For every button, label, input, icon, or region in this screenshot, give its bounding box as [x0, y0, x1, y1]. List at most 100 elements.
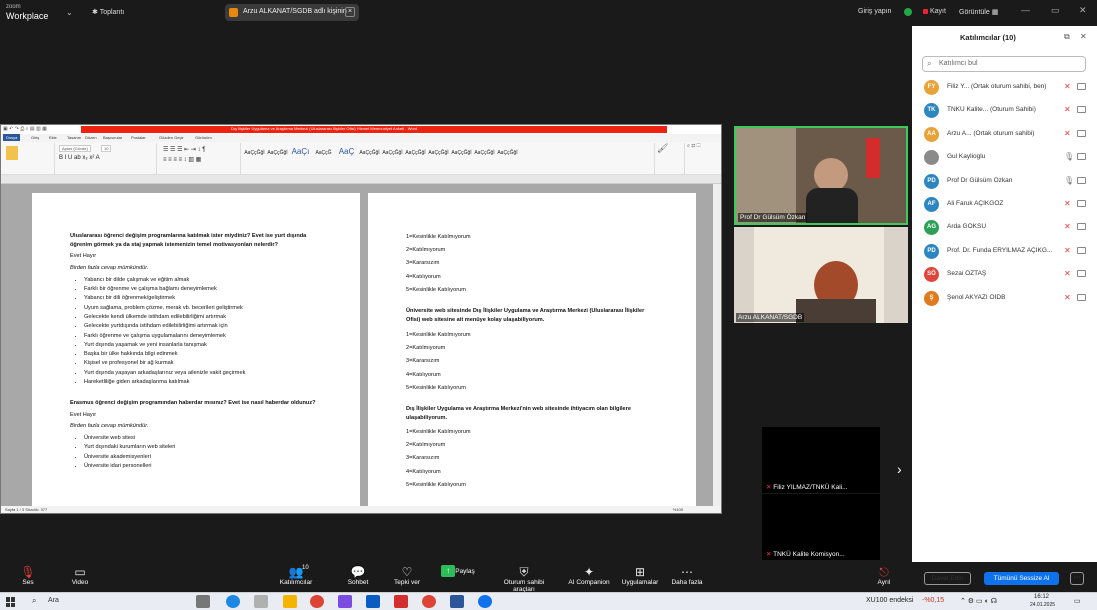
toolbar-shield-button[interactable]: ⛨ Oturum sahibi araçları	[494, 565, 554, 593]
style-subtitle[interactable]: AaÇçĞğİ	[358, 150, 381, 156]
camera-status-icon[interactable]	[1077, 129, 1086, 137]
video-tile-filiz[interactable]: ✕ Filiz YILMAZ/TNKÜ Kali...	[762, 427, 880, 493]
zoom-icon[interactable]	[478, 595, 492, 608]
tab-mailings[interactable]: Postalar	[131, 135, 146, 140]
word-icon[interactable]	[450, 595, 464, 608]
video-tile-tnku[interactable]: ✕ TNKÜ Kalite Komisyon...	[762, 494, 880, 560]
mic-status-icon[interactable]: ✕	[1064, 222, 1071, 231]
camera-status-icon[interactable]	[1077, 106, 1086, 114]
taskbar-search[interactable]: ⌕ Ara	[28, 596, 178, 608]
participant-row[interactable]: AG Arda GÖKSU ✕	[912, 216, 1097, 239]
notification-icon[interactable]: ▭	[1074, 597, 1081, 605]
font-size-box[interactable]: 10	[101, 145, 112, 152]
chrome-icon[interactable]	[310, 595, 324, 608]
shared-word-window[interactable]: ▣ ↶ ↷ ⎙ ⌕ ▤ ▥ ▦ Dış İlişkiler Uygulama v…	[0, 124, 722, 514]
style-emphasis[interactable]: AaÇçĞğİ	[404, 150, 427, 156]
edge-icon[interactable]	[226, 595, 240, 608]
style-no-spacing[interactable]: AaÇçĞğİ	[266, 150, 289, 156]
chevron-right-icon[interactable]: ›	[897, 461, 902, 477]
style-quote[interactable]: AaÇçĞğİ	[473, 150, 496, 156]
toolbar-more-button[interactable]: ⋯ Daha fazla	[657, 565, 717, 586]
participant-row[interactable]: PD Prof Dr Gülsüm Özkan 🎙	[912, 170, 1097, 193]
find-replace-icon[interactable]: ⌕ ⇄ ⬚	[687, 143, 700, 149]
toolbar-leave-button[interactable]: ⎋ Ayrıl	[854, 565, 914, 586]
tab-layout[interactable]: Düzen	[85, 135, 97, 140]
list-buttons-icon[interactable]: ☰ ☰ ☰ ⇤ ⇥ ↕ ¶	[163, 146, 205, 153]
video-tile-sharer[interactable]: Arzu ALKANAT/SGDB	[734, 227, 908, 323]
mute-all-button[interactable]: Tümünü Sessize Al	[984, 572, 1059, 585]
close-icon[interactable]: ×	[345, 7, 355, 17]
chrome-2-icon[interactable]	[422, 595, 436, 608]
tab-design[interactable]: Tasarım	[67, 135, 81, 140]
screen-share-pill[interactable]: Arzu ALKANAT/SGDB adlı kişinin ×	[225, 4, 359, 21]
mic-status-icon[interactable]: ✕	[1064, 293, 1071, 302]
window-close-icon[interactable]: ✕	[1079, 5, 1087, 16]
tab-file[interactable]: Dosya	[3, 134, 21, 141]
participant-search[interactable]: ⌕ Katılımcı bul	[922, 56, 1086, 72]
participant-row[interactable]: AA Arzu A... (Ortak oturum sahibi) ✕	[912, 123, 1097, 146]
quick-access-icons[interactable]: ▣ ↶ ↷ ⎙ ⌕ ▤ ▥ ▦	[3, 126, 47, 132]
style-heading2[interactable]: AaÇçĞ	[312, 150, 335, 156]
mic-status-icon[interactable]: ✕	[1064, 129, 1071, 138]
record-indicator[interactable]: Kayıt	[923, 8, 946, 15]
minimize-icon[interactable]: —	[1021, 5, 1030, 15]
styles-pane-button[interactable]: 🖌	[657, 143, 685, 174]
mic-status-icon[interactable]: ✕	[1064, 199, 1071, 208]
camera-status-icon[interactable]	[1077, 153, 1086, 161]
popout-icon[interactable]: ⧉	[1064, 32, 1070, 42]
app-icon[interactable]	[254, 595, 268, 608]
clipboard-group[interactable]	[3, 143, 55, 174]
participant-row[interactable]: Gul Kaylioglu 🎙	[912, 146, 1097, 169]
chevron-down-icon[interactable]: ⌄	[66, 8, 73, 17]
restore-icon[interactable]: ▭	[1051, 5, 1060, 16]
mic-status-icon[interactable]: 🎙	[1064, 152, 1074, 161]
format-buttons-icon[interactable]: B I U ab x₂ x² A	[59, 155, 100, 161]
camera-status-icon[interactable]	[1077, 83, 1086, 90]
tab-insert[interactable]: Ekle	[49, 135, 57, 140]
style-strong[interactable]: AaÇçĞğİ	[450, 150, 473, 156]
camera-status-icon[interactable]	[1077, 199, 1086, 207]
ie-icon[interactable]	[366, 595, 380, 608]
tab-references[interactable]: Başvurular	[103, 135, 122, 140]
windows-start-icon[interactable]	[6, 597, 16, 607]
participant-row[interactable]: FY Filiz Y... (Ortak oturum sahibi, ben) ✕	[912, 76, 1097, 99]
style-heading1[interactable]: AaÇı	[289, 147, 312, 156]
ticker-label[interactable]: XU100 endeksi	[866, 597, 913, 604]
toolbar-share-button[interactable]: ↑ Paylaş	[428, 565, 488, 577]
style-normal[interactable]: AaÇçĞğİ	[243, 150, 266, 156]
document-scrollbar[interactable]	[713, 184, 721, 506]
paste-icon[interactable]	[6, 146, 18, 160]
camera-status-icon[interactable]	[1077, 176, 1086, 184]
participant-row[interactable]: Ş Şenol AKYAZI ÖİDB ✕	[912, 287, 1097, 310]
zoom-level[interactable]: %100	[673, 507, 683, 512]
mic-status-icon[interactable]: ✕	[1064, 269, 1071, 278]
font-name-box[interactable]: Aptos (Gövde)	[59, 145, 91, 152]
mic-status-icon[interactable]: ✕	[1064, 246, 1071, 255]
mic-status-icon[interactable]: ✕	[1064, 82, 1071, 91]
mic-status-icon[interactable]: 🎙	[1064, 176, 1074, 185]
style-intense[interactable]: AaÇçĞğİ	[427, 150, 450, 156]
signin-link[interactable]: Giriş yapın	[858, 8, 891, 15]
view-menu[interactable]: Görüntüle ▦	[959, 8, 998, 16]
editing-group[interactable]: ⌕ ⇄ ⬚	[687, 143, 721, 174]
camera-status-icon[interactable]	[1077, 246, 1086, 254]
camera-status-icon[interactable]	[1077, 223, 1086, 231]
security-shield-icon[interactable]	[904, 8, 912, 16]
tab-review[interactable]: Gözden Geçir	[159, 135, 184, 140]
tab-view[interactable]: Görünüm	[195, 135, 212, 140]
style-intense-quote[interactable]: AaÇçĞğİ	[496, 150, 519, 156]
participant-row[interactable]: SÖ Sezai ÖZTAŞ ✕	[912, 263, 1097, 286]
participant-row[interactable]: AF Ali Faruk AÇIKGÖZ ✕	[912, 193, 1097, 216]
mic-status-icon[interactable]: ✕	[1064, 105, 1071, 114]
tray-icons[interactable]: ⌃ ⚙ ▭ ◐ ☊	[960, 597, 997, 605]
explorer-icon[interactable]	[283, 595, 297, 608]
camera-status-icon[interactable]	[1077, 270, 1086, 278]
video-tile-speaker[interactable]: Prof Dr Gülsüm Özkan	[734, 126, 908, 225]
acrobat-icon[interactable]	[394, 595, 408, 608]
style-subtle-emphasis[interactable]: AaÇçĞğİ	[381, 150, 404, 156]
more-options-button[interactable]: ···	[1070, 572, 1084, 585]
styles-gallery[interactable]: AaÇçĞğİ AaÇçĞğİ AaÇı AaÇçĞ AaÇ AaÇçĞğİ AaÇçĞğİ…	[243, 143, 655, 174]
toolbar-participants-button[interactable]: 👥 Katılımcılar 10	[266, 565, 326, 586]
teams-icon[interactable]	[338, 595, 352, 608]
participant-row[interactable]: PD Prof. Dr. Funda ERYILMAZ AÇIKG... ✕	[912, 240, 1097, 263]
